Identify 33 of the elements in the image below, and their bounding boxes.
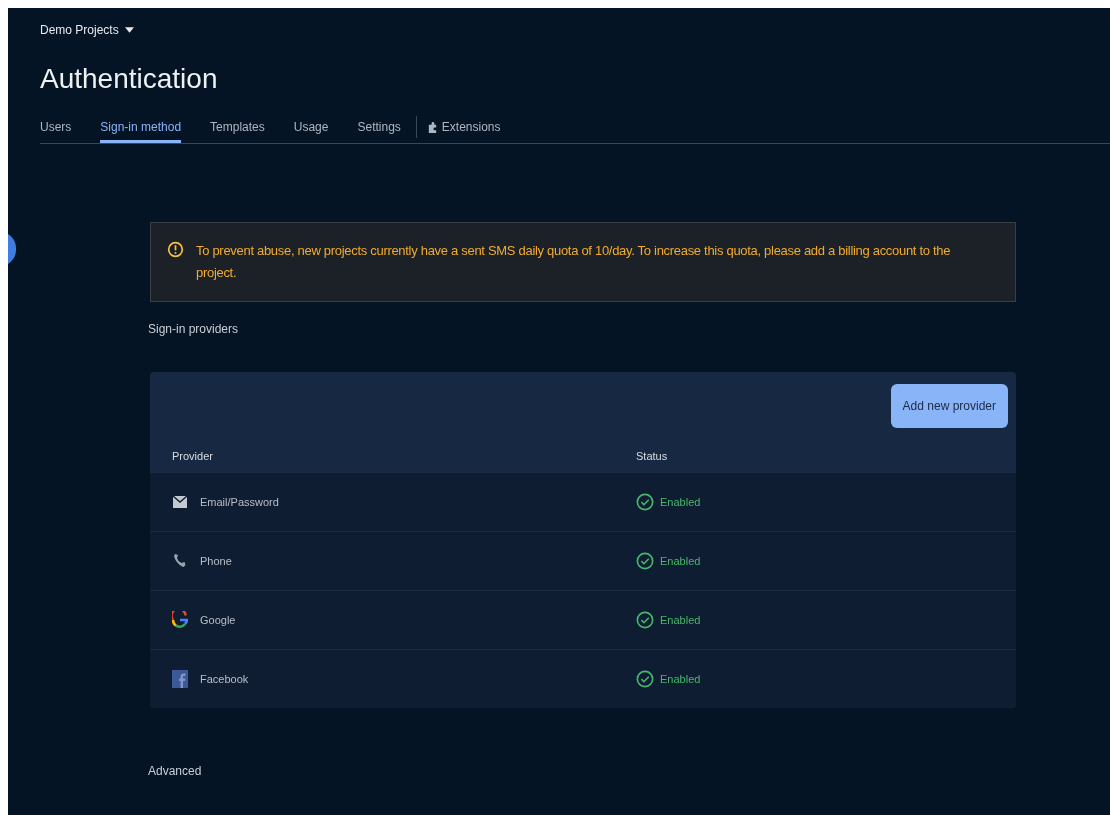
project-menu[interactable]: Demo Projects [40,23,134,37]
provider-name: Google [200,614,236,626]
tab[interactable]: Settings [357,111,401,143]
tab[interactable]: Usage [293,111,329,143]
tab[interactable]: Extensions [426,111,501,143]
page-title: Authentication [40,63,219,95]
facebook-icon [172,670,188,688]
provider-name: Email/Password [200,496,279,508]
warning-text: To prevent abuse, new projects currently have a sent SMS daily quota of 10/day. To increase this quota, please add a billing account to the project. [196,242,952,282]
tab[interactable]: Users [40,111,72,143]
provider-row[interactable]: Facebook Enabled [150,649,1016,708]
puzzle-piece-icon [426,121,438,133]
google-g-icon [172,611,188,629]
section-heading: Sign-in providers [148,322,240,336]
tab[interactable]: Templates [210,111,265,143]
envelope-icon [172,494,188,510]
provider-name: Facebook [200,673,249,685]
status-text: Enabled [660,555,701,567]
provider-row[interactable]: Email/Password Enabled [150,472,1016,531]
column-header: Provider [172,450,214,462]
caret-icon [124,27,134,33]
status-text: Enabled [660,496,701,508]
section-heading: Advanced [148,764,203,778]
warning-icon [167,241,184,258]
status-text: Enabled [660,673,701,685]
column-header: Status [636,450,669,462]
tab[interactable]: Sign-in method [100,111,182,143]
phone-icon [172,553,188,569]
provider-row[interactable]: Phone Enabled [150,531,1016,590]
provider-row[interactable]: Google Enabled [150,590,1016,649]
status-text: Enabled [660,614,701,626]
add-provider-button[interactable]: Add new provider [890,384,1008,428]
provider-name: Phone [200,555,232,567]
